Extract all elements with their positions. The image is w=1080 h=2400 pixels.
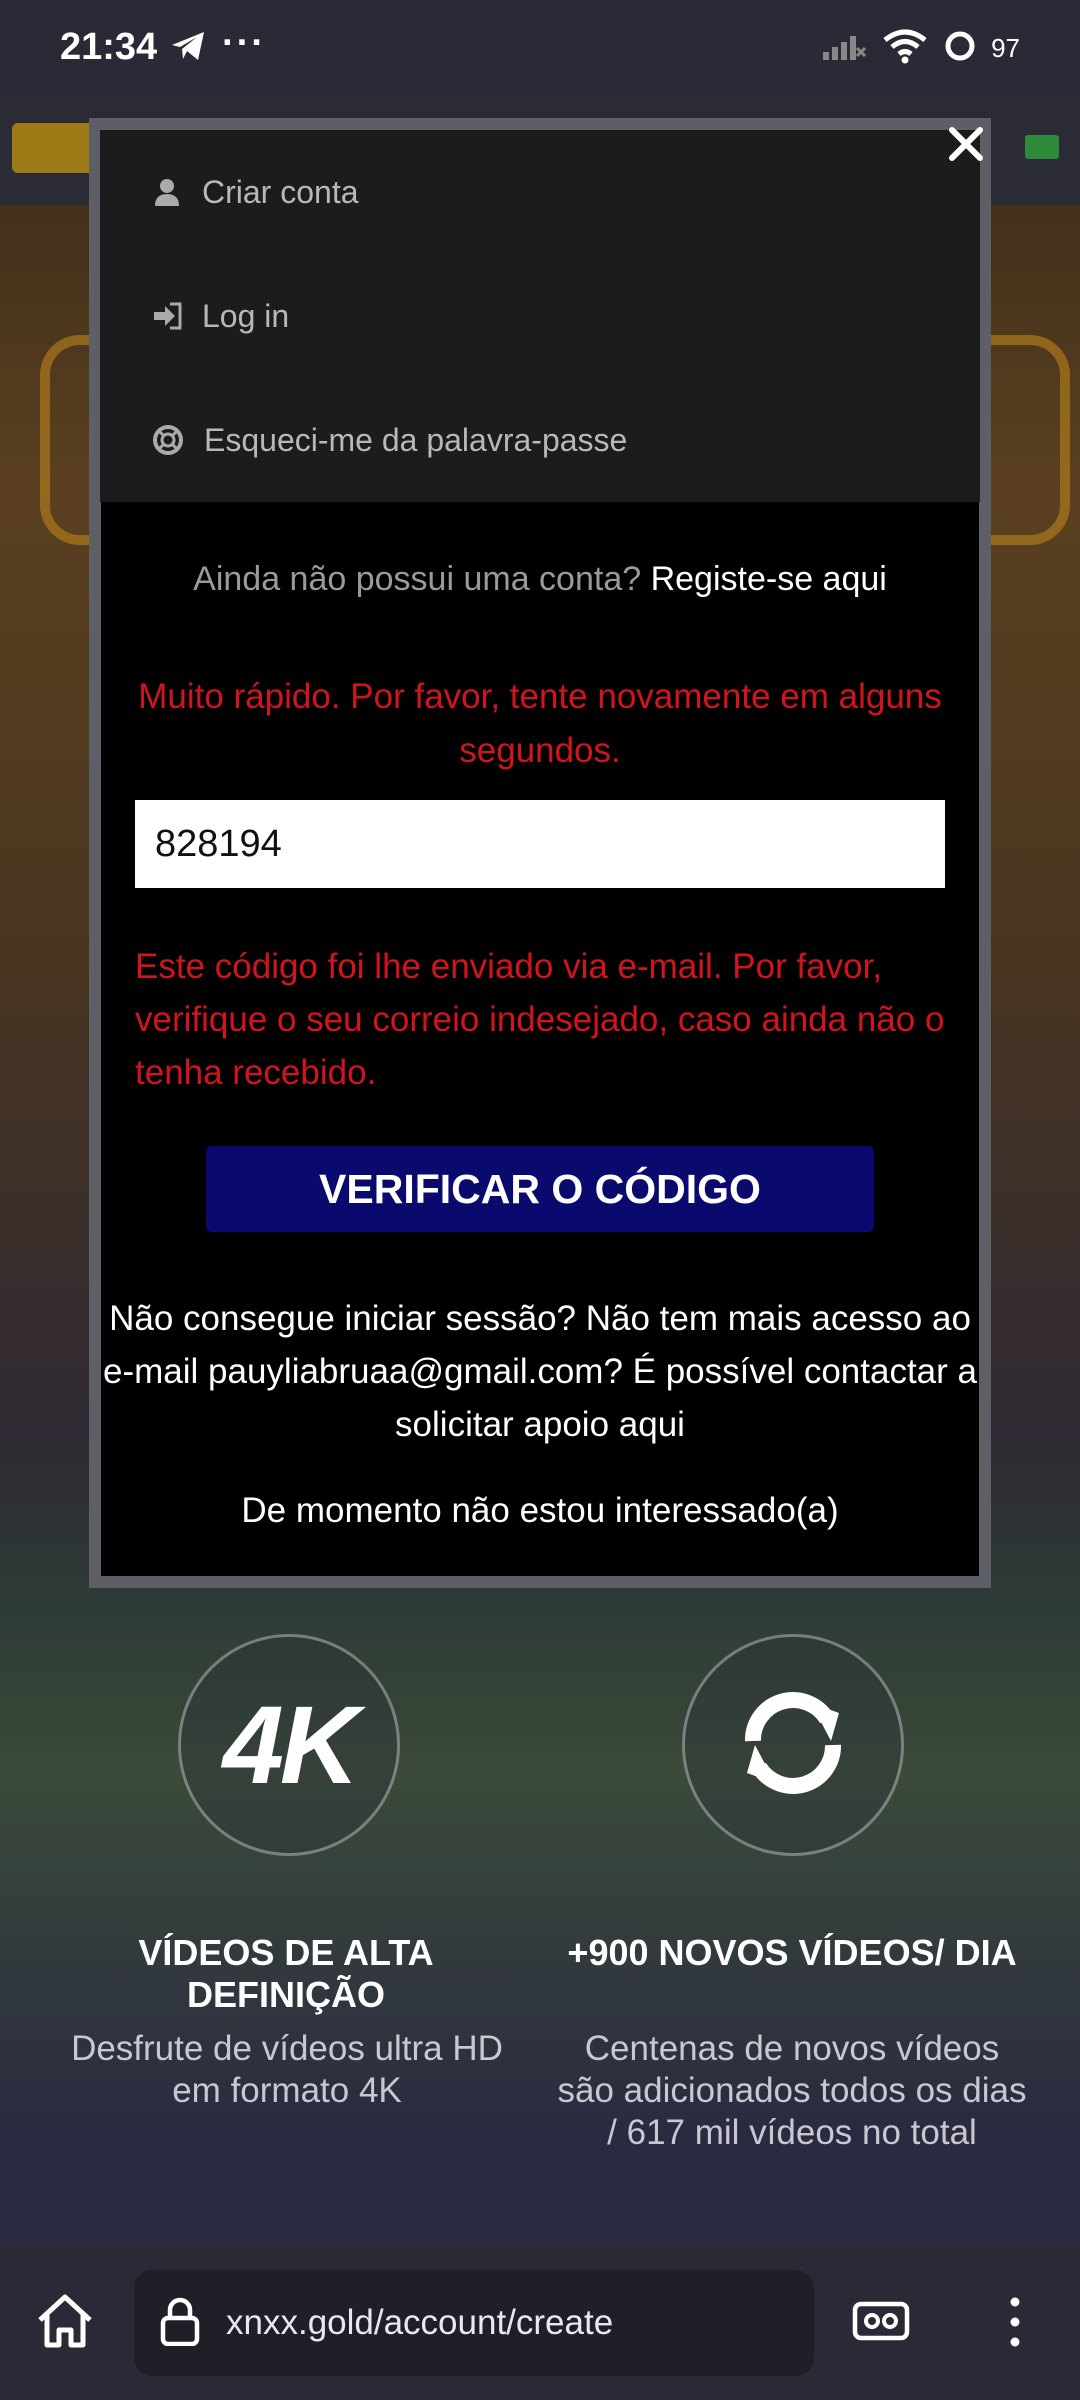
feature-4k-badge: 4K [178, 1634, 400, 1856]
menu-item-create-account[interactable]: Criar conta [152, 162, 359, 222]
close-icon [949, 127, 983, 161]
browser-menu-button[interactable] [1000, 2292, 1030, 2352]
status-bar: 21:34 ··· 97 [0, 0, 1080, 95]
not-interested-link[interactable]: De momento não estou interessado(a) [100, 1488, 980, 1533]
4k-icon: 4K [222, 1683, 360, 1807]
no-account-prompt: Ainda não possui uma conta? Registe-se a… [100, 562, 980, 596]
feature-title-new-videos: +900 NOVOS VÍDEOS/ DIA [567, 1932, 1017, 1973]
status-time: 21:34 [60, 26, 158, 68]
status-more-icon: ··· [222, 22, 266, 64]
refresh-icon [733, 1683, 853, 1808]
no-account-text: Ainda não possui uma conta? [193, 560, 642, 598]
rate-limit-error: Muito rápido. Por favor, tente novamente… [138, 677, 942, 770]
vr-icon [852, 2301, 910, 2341]
status-icons: 97 [821, 28, 1020, 69]
sign-in-icon [154, 302, 182, 330]
feature-desc-new-videos: Centenas de novos vídeos são adicionados… [557, 2029, 1027, 2152]
vr-mode-button[interactable] [852, 2296, 910, 2346]
flag-icon[interactable] [1025, 135, 1059, 159]
battery-icon [943, 29, 977, 68]
feature-refresh-badge [682, 1634, 904, 1856]
feature-title-hd: VÍDEOS DE ALTA DEFINIÇÃO [138, 1932, 434, 2015]
register-link[interactable]: Registe-se aqui [651, 560, 887, 598]
menu-label-login: Log in [202, 297, 290, 334]
signal-icon [821, 30, 867, 67]
verification-code-input[interactable] [135, 800, 945, 888]
close-button[interactable] [940, 118, 992, 170]
verify-code-button[interactable]: VERIFICAR O CÓDIGO [206, 1146, 874, 1232]
feature-desc-hd: Desfrute de vídeos ultra HD em formato 4… [71, 2029, 503, 2110]
menu-label-create-account: Criar conta [202, 173, 359, 210]
user-icon [155, 179, 179, 206]
telegram-icon [170, 30, 206, 67]
menu-item-login[interactable]: Log in [152, 286, 289, 346]
email-code-note: Este código foi lhe enviado via e-mail. … [135, 947, 945, 1092]
url-text: xnxx.gold/account/create [226, 2303, 614, 2342]
home-icon [38, 2294, 92, 2348]
login-help-text[interactable]: Não consegue iniciar sessão? Não tem mai… [100, 1292, 980, 1451]
home-button[interactable] [34, 2290, 96, 2352]
menu-item-forgot-password[interactable]: Esqueci-me da palavra-passe [152, 410, 627, 470]
menu-label-forgot-password: Esqueci-me da palavra-passe [204, 421, 628, 458]
lock-icon [160, 2296, 200, 2351]
address-bar[interactable]: xnxx.gold/account/create [134, 2270, 814, 2376]
more-vert-icon [1010, 2297, 1020, 2347]
wifi-icon [881, 28, 929, 69]
lifebuoy-icon [153, 425, 183, 455]
battery-level: 97 [991, 33, 1020, 63]
